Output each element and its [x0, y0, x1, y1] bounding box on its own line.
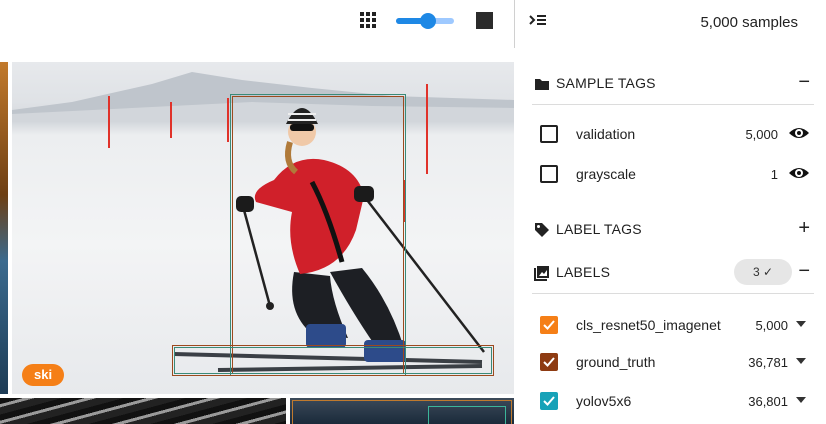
- section-title: SAMPLE TAGS: [556, 75, 656, 91]
- sample-tile[interactable]: ski: [12, 62, 514, 394]
- chevron-down-icon[interactable]: [796, 321, 806, 327]
- tag-checkbox[interactable]: [540, 125, 558, 143]
- sample-tag-row[interactable]: validation 5,000: [532, 118, 814, 152]
- collapse-sidebar-icon[interactable]: [528, 12, 548, 32]
- label-field-row[interactable]: cls_resnet50_imagenet 5,000: [532, 309, 814, 343]
- bounding-box[interactable]: [428, 406, 506, 424]
- tag-count: 1: [770, 167, 778, 182]
- sample-tile[interactable]: [290, 398, 514, 424]
- sample-tile[interactable]: [0, 398, 286, 424]
- image-collection-icon: [534, 266, 549, 281]
- zoom-slider-thumb[interactable]: [419, 13, 436, 29]
- label-field-name: ground_truth: [576, 354, 656, 370]
- label-field-name: yolov5x6: [576, 393, 632, 409]
- section-title: LABELS: [556, 264, 611, 280]
- grid-view-icon[interactable]: [360, 12, 376, 28]
- sample-count: 5,000 samples: [700, 14, 798, 31]
- bounding-box[interactable]: [232, 96, 404, 374]
- collapse-section-button[interactable]: −: [798, 72, 810, 92]
- folder-icon: [535, 79, 549, 90]
- tag-icon: [535, 223, 549, 237]
- label-checkbox[interactable]: [540, 392, 558, 410]
- sidebar-header: 5,000 samples: [518, 0, 826, 46]
- label-field-count: 5,000: [755, 318, 788, 333]
- square-icon[interactable]: [476, 12, 493, 29]
- label-field-row[interactable]: yolov5x6 36,801: [532, 385, 814, 419]
- collapse-section-button[interactable]: −: [798, 261, 810, 281]
- tag-label: validation: [576, 126, 636, 142]
- tag-label: grayscale: [576, 166, 636, 182]
- sample-tag-row[interactable]: grayscale 1: [532, 158, 814, 192]
- label-tags-header[interactable]: LABEL TAGS +: [532, 210, 814, 250]
- labels-header[interactable]: LABELS 3 ✓ −: [532, 253, 814, 294]
- label-checkbox[interactable]: [540, 353, 558, 371]
- eye-icon[interactable]: [788, 124, 810, 142]
- panel-divider: [514, 0, 515, 48]
- label-field-count: 36,781: [748, 355, 788, 370]
- chevron-down-icon[interactable]: [796, 358, 806, 364]
- tag-checkbox[interactable]: [540, 165, 558, 183]
- check-icon: [543, 357, 555, 367]
- sample-grid: ski: [0, 0, 514, 424]
- sample-tags-header[interactable]: SAMPLE TAGS −: [532, 64, 814, 105]
- bounding-box[interactable]: [174, 347, 492, 374]
- classification-tag: ski: [22, 364, 65, 386]
- add-label-tag-button[interactable]: +: [798, 218, 810, 238]
- tag-count: 5,000: [745, 127, 778, 142]
- eye-icon[interactable]: [788, 164, 810, 182]
- label-field-name: cls_resnet50_imagenet: [576, 317, 721, 333]
- sample-tile-partial[interactable]: [0, 62, 8, 394]
- filters-sidebar: 5,000 samples SAMPLE TAGS − validation 5…: [518, 0, 826, 424]
- label-checkbox[interactable]: [540, 316, 558, 334]
- zoom-slider[interactable]: [396, 13, 454, 29]
- section-title: LABEL TAGS: [556, 221, 642, 237]
- label-field-count: 36,801: [748, 394, 788, 409]
- active-filter-badge[interactable]: 3 ✓: [734, 259, 792, 285]
- chevron-down-icon[interactable]: [796, 397, 806, 403]
- grid-toolbar: [0, 0, 514, 44]
- check-icon: [543, 320, 555, 330]
- check-icon: [543, 396, 555, 406]
- label-field-row[interactable]: ground_truth 36,781: [532, 346, 814, 380]
